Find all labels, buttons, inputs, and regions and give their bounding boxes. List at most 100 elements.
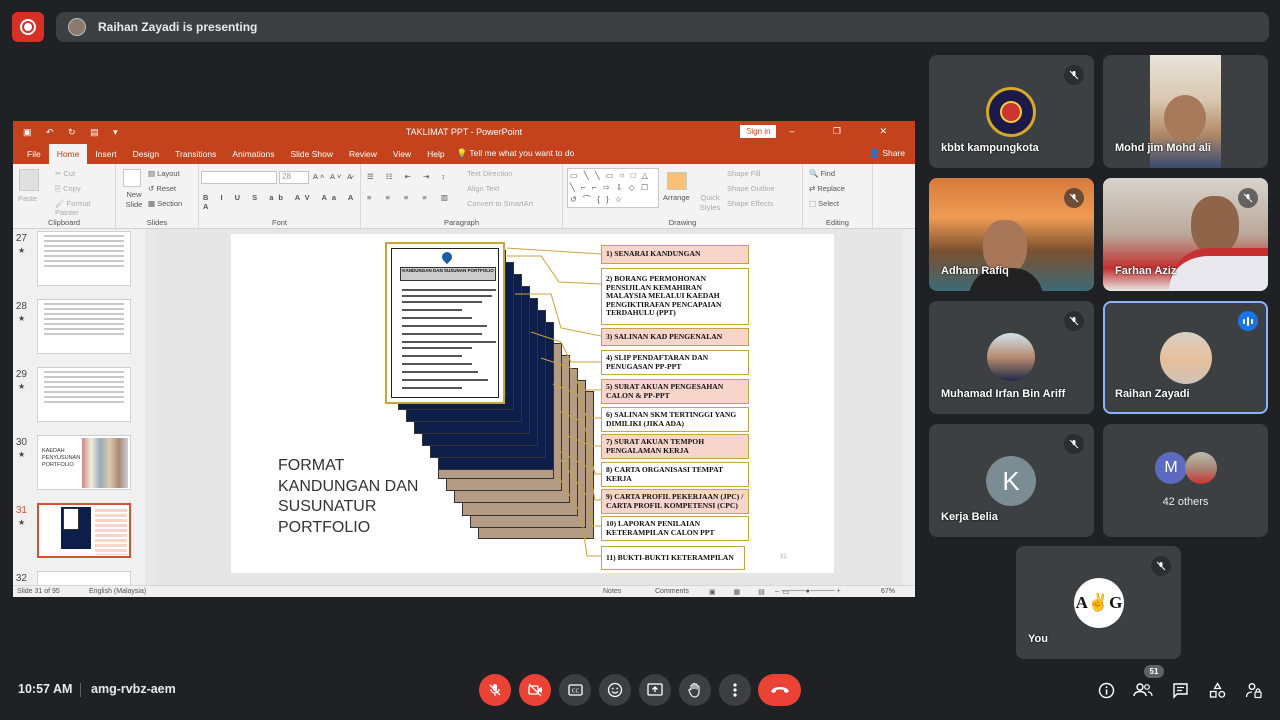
host-controls-button[interactable]	[1243, 680, 1263, 700]
presenter-avatar	[68, 18, 86, 36]
notes-button[interactable]: Notes	[603, 588, 621, 595]
quick-styles-button[interactable]: Quick Styles	[697, 193, 723, 213]
top-bar: Raihan Zayadi is presenting	[0, 0, 1280, 55]
tab-design[interactable]: Design	[125, 149, 167, 164]
people-button[interactable]	[1133, 680, 1153, 700]
participant-name: Mohd jim Mohd ali	[1115, 142, 1211, 154]
tab-slide-show[interactable]: Slide Show	[282, 149, 341, 164]
meeting-details-button[interactable]	[1096, 680, 1116, 700]
align-buttons[interactable]: ≡ ≡ ≡ ≡ ▥	[367, 193, 454, 202]
language[interactable]: English (Malaysia)	[89, 588, 146, 595]
tab-insert[interactable]: Insert	[87, 149, 124, 164]
doc-line	[402, 301, 482, 303]
participant-tile[interactable]: Muhamad Irfan Bin Ariff	[929, 301, 1094, 414]
font-grow-shrink[interactable]: A˄ A˅ A̷	[313, 172, 354, 181]
activities-button[interactable]	[1207, 680, 1227, 700]
thumbnail-30[interactable]: 30 ★ KAEDAH PENYUSUNAN PORTFOLIO	[13, 435, 153, 495]
align-text-button[interactable]: Align Text	[467, 184, 499, 193]
layout-button[interactable]: ▤ Layout	[148, 169, 180, 178]
zoom-slider[interactable]: – ─────●───── +	[775, 588, 841, 595]
thumbnail-27[interactable]: 27 ★	[13, 231, 153, 291]
new-slide-button[interactable]: New Slide	[120, 190, 148, 210]
tab-animations[interactable]: Animations	[224, 149, 282, 164]
copy-button[interactable]: ⎘ Copy	[55, 184, 81, 194]
shape-effects-button[interactable]: Shape Effects	[727, 199, 774, 208]
tab-file[interactable]: File	[19, 149, 49, 164]
face	[1191, 196, 1239, 254]
others-tile[interactable]: M 42 others	[1103, 424, 1268, 537]
self-tile[interactable]: A✌G You	[1016, 546, 1181, 659]
paste-button[interactable]: Paste	[18, 194, 37, 203]
activities-icon	[1209, 681, 1225, 698]
participant-tile[interactable]: Mohd jim Mohd ali	[1103, 55, 1268, 168]
more-options-button[interactable]	[719, 674, 751, 706]
thumbnail-29[interactable]: 29 ★	[13, 367, 153, 427]
shared-screen: ▣ ↶ ↻ ▤ ▾ TAKLIMAT PPT - PowerPoint Sign…	[13, 121, 915, 597]
doc-line	[402, 333, 482, 335]
thumbnail-28[interactable]: 28 ★	[13, 299, 153, 359]
slide-scrollbar[interactable]	[903, 229, 915, 585]
mic-toggle-button[interactable]	[479, 674, 511, 706]
present-button[interactable]	[639, 674, 671, 706]
tab-help[interactable]: Help	[419, 149, 452, 164]
thumb-slide: KAEDAH PENYUSUNAN PORTFOLIO	[37, 435, 131, 490]
tab-home[interactable]: Home	[48, 144, 88, 164]
item-label: 9) CARTA PROFIL PEKERJAAN (JPC) / CARTA …	[601, 489, 749, 514]
font-style-buttons[interactable]: B I U S ab AV Aa A A	[203, 193, 360, 211]
share-button[interactable]: 👤 Share	[869, 148, 915, 164]
thumbnail-31[interactable]: 31 ★	[13, 503, 153, 563]
participant-tile[interactable]: Adham Rafiq	[929, 178, 1094, 291]
mic-off-icon	[1151, 556, 1171, 576]
current-slide[interactable]: KANDUNGAN DAN SUSUNAN PORTFOLIO 1) SENAR…	[231, 234, 834, 573]
reset-button[interactable]: ↺ Reset	[148, 184, 176, 193]
tell-me-input[interactable]: 💡 Tell me what you want to do	[457, 148, 575, 164]
convert-smartart-button[interactable]: Convert to SmartArt	[467, 199, 533, 208]
replace-button[interactable]: ⇄ Replace	[809, 184, 845, 193]
thumb-slide	[37, 231, 131, 286]
find-button[interactable]: 🔍 Find	[809, 169, 835, 178]
zoom-level[interactable]: 67%	[881, 588, 895, 595]
participant-tile-active-speaker[interactable]: Raihan Zayadi	[1103, 301, 1268, 414]
window-controls[interactable]: ▭ – ❐ ✕	[742, 126, 905, 137]
list-buttons[interactable]: ☰ ☷ ⇤ ⇥ ↕	[367, 172, 450, 181]
raise-hand-button[interactable]	[679, 674, 711, 706]
font-name-dropdown[interactable]	[201, 171, 277, 184]
chat-button[interactable]	[1170, 680, 1190, 700]
select-button[interactable]: ⬚ Select	[809, 199, 839, 208]
captions-button[interactable]: CC	[559, 674, 591, 706]
meeting-code[interactable]: amg-rvbz-aem	[91, 682, 176, 696]
participant-tile[interactable]: kbbt kampungkota	[929, 55, 1094, 168]
presenting-banner[interactable]: Raihan Zayadi is presenting	[56, 12, 1269, 42]
leave-call-button[interactable]	[758, 674, 801, 706]
ribbon-tabs: File Home Insert Design Transitions Anim…	[13, 144, 915, 164]
thumbnail-scrollbar[interactable]	[145, 229, 155, 585]
cut-button[interactable]: ✂ Cut	[55, 169, 75, 178]
tab-view[interactable]: View	[385, 149, 419, 164]
emoji-button[interactable]	[599, 674, 631, 706]
item-label: 5) SURAT AKUAN PENGESAHAN CALON & PP-PPT	[601, 379, 749, 404]
text-direction-button[interactable]: Text Direction	[467, 169, 512, 178]
camera-toggle-button[interactable]	[519, 674, 551, 706]
section-button[interactable]: ▦ Section	[148, 199, 182, 208]
copy-label: Copy	[63, 184, 81, 193]
doc-line	[402, 355, 462, 357]
format-painter-button[interactable]: 🖌 Format Painter	[55, 199, 115, 217]
shape-outline-button[interactable]: Shape Outline	[727, 184, 775, 193]
participant-name: kbbt kampungkota	[941, 142, 1039, 154]
participant-tile[interactable]: Farhan Aziz	[1103, 178, 1268, 291]
item-label: 2) BORANG PERMOHONAN PENSIJILAN KEMAHIRA…	[601, 268, 749, 325]
participant-tile[interactable]: K Kerja Belia	[929, 424, 1094, 537]
mic-off-icon	[1238, 188, 1258, 208]
thumb-slide	[37, 503, 131, 558]
font-size-dropdown[interactable]: 28	[279, 171, 309, 184]
comments-button[interactable]: Comments	[655, 588, 689, 595]
thumb-num: 30	[15, 437, 27, 448]
tab-review[interactable]: Review	[341, 149, 385, 164]
drawing-group: ▭ ╲ ╲ ▭ ○ □ △ ╲ ⌐ ⌐ ⇨ ⇩ ◇ ☐ ↺ ⌒ { } ☆ Ar…	[563, 164, 803, 229]
shapes-gallery[interactable]: ▭ ╲ ╲ ▭ ○ □ △ ╲ ⌐ ⌐ ⇨ ⇩ ◇ ☐ ↺ ⌒ { } ☆	[567, 168, 659, 208]
arrange-button[interactable]: Arrange	[663, 193, 690, 202]
font-label: Font	[271, 218, 287, 227]
tab-transitions[interactable]: Transitions	[167, 149, 224, 164]
record-button[interactable]	[12, 12, 44, 42]
shape-fill-button[interactable]: Shape Fill	[727, 169, 760, 178]
